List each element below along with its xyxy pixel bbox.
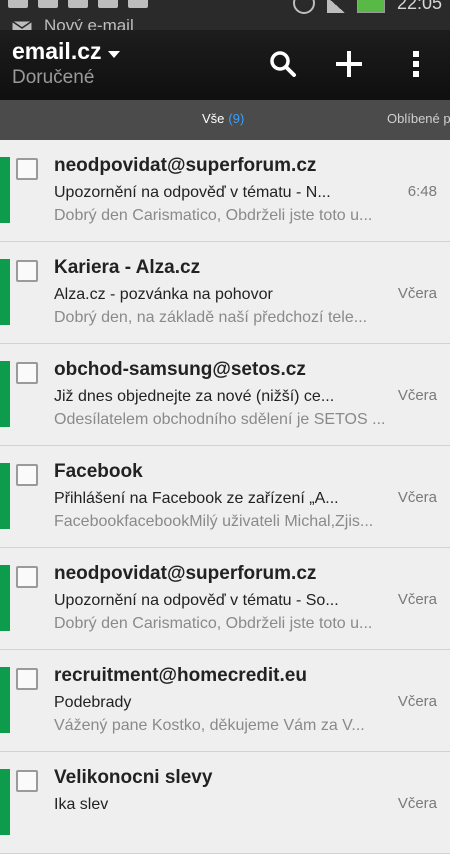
message-subject: Upozornění na odpověď v tématu - So... [54,592,339,609]
message-time: Včera [397,489,437,506]
message-subject: Již dnes objednejte za nové (nižší) ce..… [54,388,335,405]
dropdown-caret-icon [107,51,120,59]
message-row[interactable]: obchod-samsung@setos.cz Již dnes objedne… [0,344,450,446]
search-button[interactable] [263,44,303,84]
message-time: Včera [397,285,437,302]
folder-name: Doručené [12,67,95,88]
more-icon [413,51,419,77]
message-subject: Ika slev [54,796,109,813]
message-subject: Podebrady [54,694,132,711]
signal-icon [326,0,345,13]
message-checkbox[interactable] [16,464,38,486]
message-sender: recruitment@homecredit.eu [54,665,307,686]
message-preview: Dobrý den, na základě naší předchozí tel… [54,309,368,326]
message-preview: Vážený pane Kostko, děkujeme Vám za V... [54,717,365,734]
message-checkbox[interactable] [16,260,38,282]
status-time: 22:05 [396,0,442,13]
message-time: Včera [397,795,437,812]
message-checkbox[interactable] [16,668,38,690]
unread-marker [0,769,10,835]
message-preview: Dobrý den Carismatico, Obdrželi jste tot… [54,615,373,632]
message-time: 6:48 [407,183,437,200]
message-preview: Dobrý den Carismatico, Obdrželi jste tot… [54,207,373,224]
tab-all-count: (9) [228,111,245,126]
more-options-button[interactable] [396,44,436,84]
message-sender: Facebook [54,461,143,482]
message-sender: Velikonocni slevy [54,767,213,788]
notification-icon [8,0,28,8]
tab-favorites[interactable]: Oblíbené položky [387,111,450,126]
notification-icon [38,0,58,8]
message-checkbox[interactable] [16,566,38,588]
alarm-icon [292,0,315,14]
message-sender: obchod-samsung@setos.cz [54,359,306,380]
account-name: email.cz [12,38,102,64]
message-time: Včera [397,387,437,404]
message-row[interactable]: Facebook Přihlášení na Facebook ze zaříz… [0,446,450,548]
notification-icon [68,0,88,8]
unread-marker [0,463,10,529]
message-preview: Odesílatelem obchodního sdělení je SETOS… [54,411,386,428]
action-bar: email.cz Doručené [0,30,450,100]
message-checkbox[interactable] [16,770,38,792]
message-row[interactable]: Kariera - Alza.cz Alza.cz - pozvánka na … [0,242,450,344]
tab-all-label: Vše [202,111,225,126]
compose-button[interactable] [329,44,369,84]
message-row[interactable]: neodpovidat@superforum.cz Upozornění na … [0,548,450,650]
notification-icon [128,0,148,8]
unread-marker [0,667,10,733]
search-icon [270,51,296,77]
message-sender: Kariera - Alza.cz [54,257,201,278]
add-icon [336,51,362,77]
tab-all[interactable]: Vše (9) [202,111,244,126]
message-time: Včera [397,693,437,710]
message-sender: neodpovidat@superforum.cz [54,563,317,584]
message-preview: FacebookfacebookMilý uživateli Michal,Zj… [54,513,374,530]
tab-bar: Vše(9) Oblíbené položky [0,100,450,141]
message-time: Včera [397,591,437,608]
unread-marker [0,565,10,631]
message-list: neodpovidat@superforum.cz Upozornění na … [0,140,450,854]
battery-icon [356,0,385,13]
account-switcher[interactable]: email.cz Doručené [12,38,120,89]
unread-marker [0,157,10,223]
unread-marker [0,259,10,325]
message-checkbox[interactable] [16,158,38,180]
message-subject: Alza.cz - pozvánka na pohovor [54,286,273,303]
message-row[interactable]: Velikonocni slevy Ika slev Včera [0,752,450,854]
status-notification-icons [8,0,148,8]
notification-icon [98,0,118,8]
message-row[interactable]: neodpovidat@superforum.cz Upozornění na … [0,140,450,242]
unread-marker [0,361,10,427]
message-row[interactable]: recruitment@homecredit.eu Podebrady Váže… [0,650,450,752]
message-subject: Upozornění na odpověď v tématu - N... [54,184,331,201]
message-checkbox[interactable] [16,362,38,384]
status-right: 22:05 [292,0,442,14]
message-sender: neodpovidat@superforum.cz [54,155,317,176]
message-subject: Přihlášení na Facebook ze zařízení „A... [54,490,339,507]
